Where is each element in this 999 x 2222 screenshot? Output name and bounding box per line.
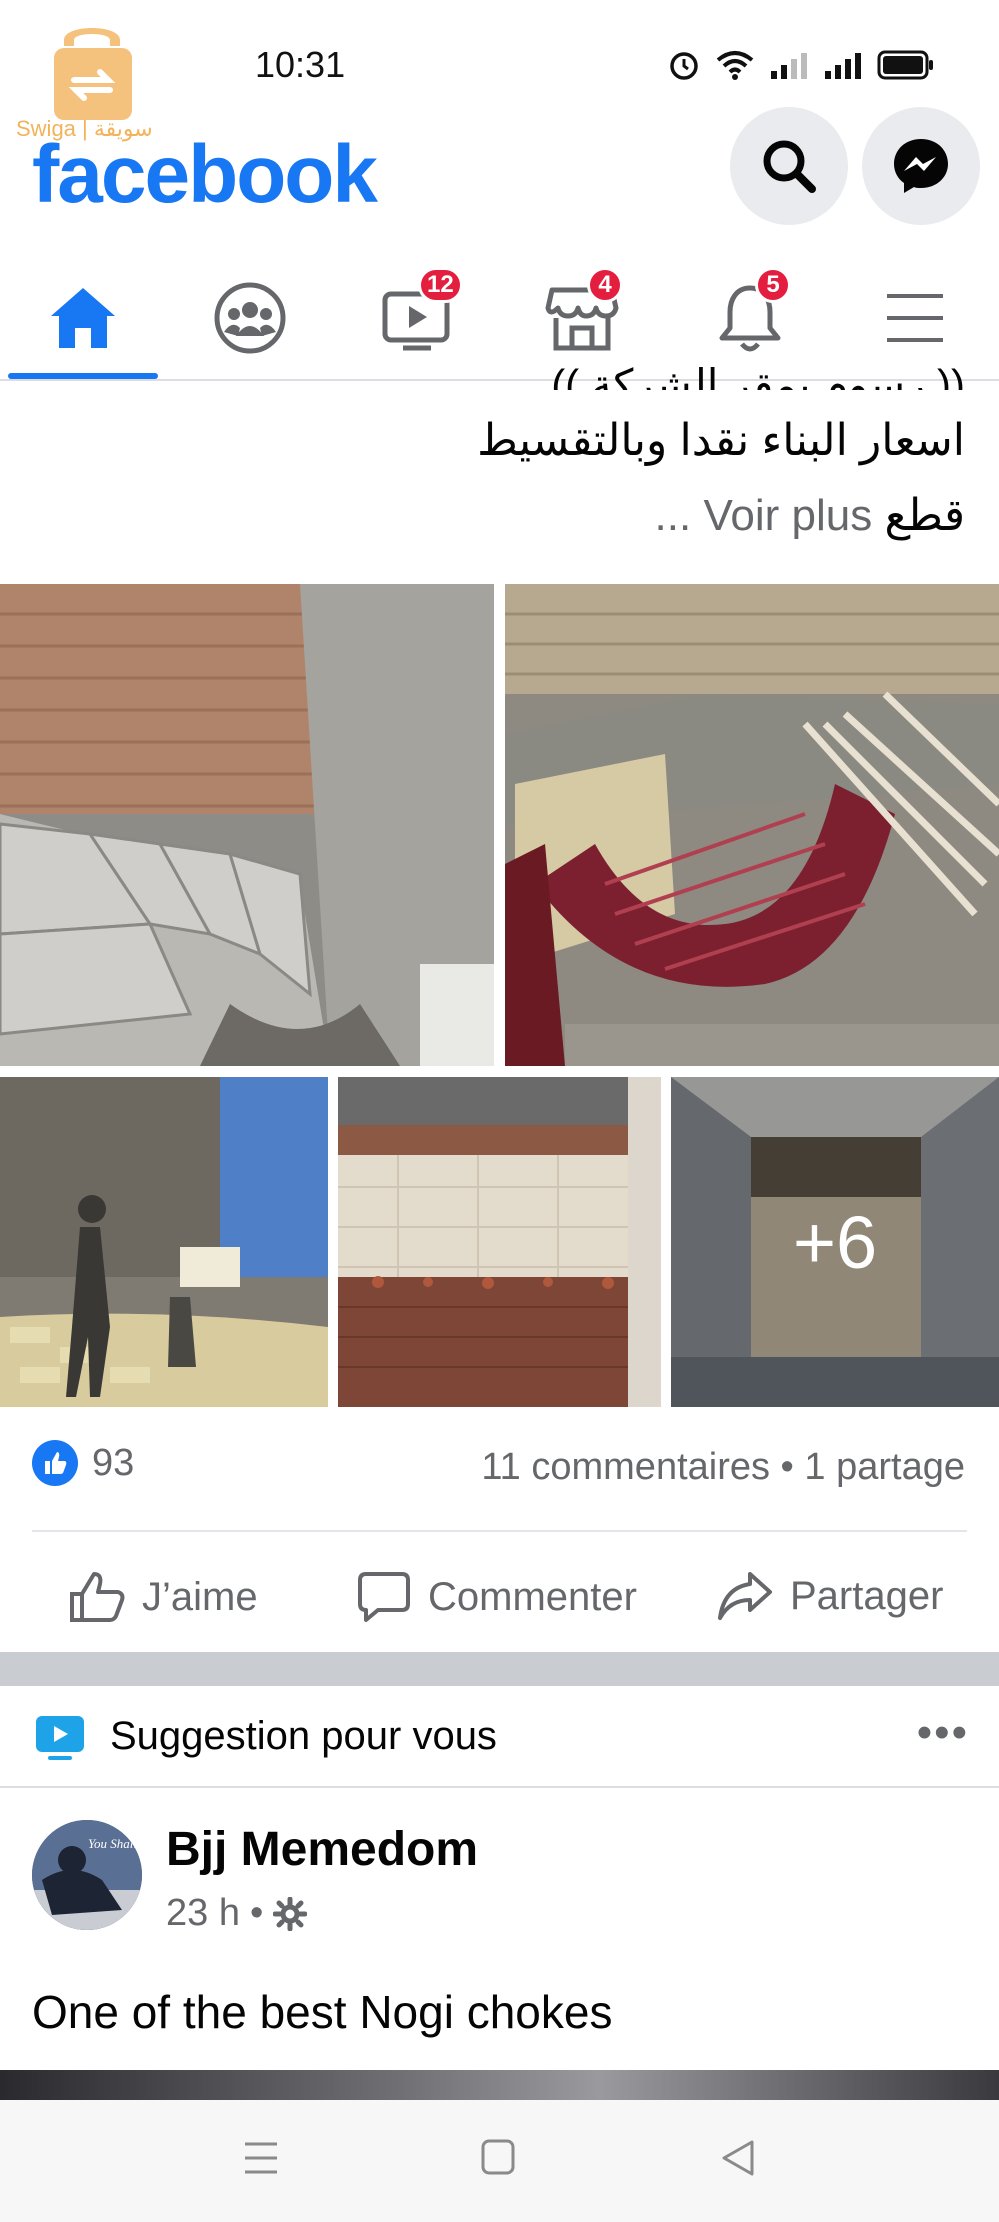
- meta-separator: •: [249, 1892, 264, 1934]
- marketplace-badge: 4: [587, 267, 623, 303]
- battery-icon: [877, 50, 933, 80]
- search-button[interactable]: [730, 107, 848, 225]
- system-nav-bar: [0, 2100, 999, 2222]
- nav-marketplace[interactable]: 4: [537, 267, 627, 363]
- post-text-line: (( رسوم بمقر الشركة )): [551, 361, 965, 390]
- post-photo[interactable]: [0, 584, 494, 1066]
- alarm-icon: [670, 52, 698, 80]
- avatar-text: You Shall: [88, 1836, 137, 1851]
- watch-suggestion-icon: [36, 1716, 84, 1760]
- gear-icon: [273, 1896, 308, 1931]
- see-more-link[interactable]: Voir plus ...: [655, 491, 873, 540]
- menu-icon[interactable]: [242, 2138, 280, 2178]
- signal-icon-1: [771, 53, 807, 79]
- nav-menu[interactable]: [870, 273, 960, 363]
- suggestion-header: Suggestion pour vous •••: [0, 1686, 999, 1788]
- post-photo[interactable]: +6: [671, 1077, 999, 1407]
- workers-bricks-photo: [0, 1077, 328, 1407]
- messenger-icon: [894, 139, 948, 193]
- post-photo[interactable]: [0, 1077, 328, 1407]
- share-label: Partager: [790, 1573, 944, 1618]
- reactions-summary[interactable]: 93: [32, 1440, 134, 1486]
- more-options-button[interactable]: •••: [917, 1708, 969, 1758]
- comment-button[interactable]: Commenter: [356, 1570, 637, 1624]
- nav-home[interactable]: [38, 273, 128, 363]
- comments-shares-count[interactable]: 11 commentaires • 1 partage: [481, 1446, 965, 1489]
- author-name[interactable]: Bjj Memedom: [166, 1822, 478, 1877]
- post-text-line: اسعار البناء نقدا وبالتقسيط: [477, 416, 965, 465]
- like-button[interactable]: J’aime: [68, 1570, 258, 1624]
- facebook-logo[interactable]: facebook: [32, 128, 378, 222]
- share-button[interactable]: Partager: [716, 1570, 943, 1622]
- groups-icon: [214, 282, 286, 354]
- avatar[interactable]: You Shall: [32, 1820, 142, 1930]
- home-square-icon[interactable]: [480, 2138, 516, 2176]
- nav-watch[interactable]: 12: [372, 267, 463, 363]
- tiled-wall-photo: [338, 1077, 661, 1407]
- suggestion-label: Suggestion pour vous: [110, 1714, 497, 1758]
- back-icon[interactable]: [718, 2138, 756, 2178]
- post-text: One of the best Nogi chokes: [32, 1986, 613, 2038]
- like-reaction-icon: [32, 1440, 78, 1486]
- nav-notifications[interactable]: 5: [705, 267, 795, 363]
- post-time[interactable]: 23 h: [166, 1892, 240, 1935]
- post-photo[interactable]: [338, 1077, 661, 1407]
- feed-separator: [0, 1652, 999, 1686]
- post-photo[interactable]: [505, 584, 999, 1066]
- thumbs-up-icon: [70, 1572, 125, 1622]
- share-icon: [718, 1572, 772, 1620]
- red-staircase-photo: [505, 584, 999, 1066]
- spiral-stairs-photo: [0, 584, 494, 1066]
- home-icon: [51, 288, 115, 348]
- post-text-line: قطع Voir plus ...: [655, 490, 965, 541]
- watch-badge: 12: [418, 267, 463, 303]
- nav-groups[interactable]: [205, 273, 295, 363]
- menu-icon: [887, 294, 943, 342]
- divider: [32, 1530, 967, 1532]
- signal-icon-2: [825, 53, 861, 79]
- search-icon: [763, 140, 816, 193]
- post-text-fragment: قطع: [884, 491, 965, 540]
- more-photos-overlay[interactable]: +6: [671, 1077, 999, 1407]
- notifications-badge: 5: [755, 267, 791, 303]
- like-label: J’aime: [142, 1574, 258, 1619]
- comment-label: Commenter: [428, 1574, 637, 1619]
- video-preview[interactable]: [0, 2070, 999, 2100]
- status-time: 10:31: [255, 44, 346, 85]
- nav-active-indicator: [8, 373, 158, 379]
- wifi-icon: [716, 51, 754, 80]
- messenger-button[interactable]: [862, 107, 980, 225]
- status-icons: [667, 48, 935, 82]
- post-meta: 23 h •: [166, 1892, 308, 1935]
- like-count: 93: [92, 1441, 135, 1484]
- comment-icon: [358, 1572, 410, 1622]
